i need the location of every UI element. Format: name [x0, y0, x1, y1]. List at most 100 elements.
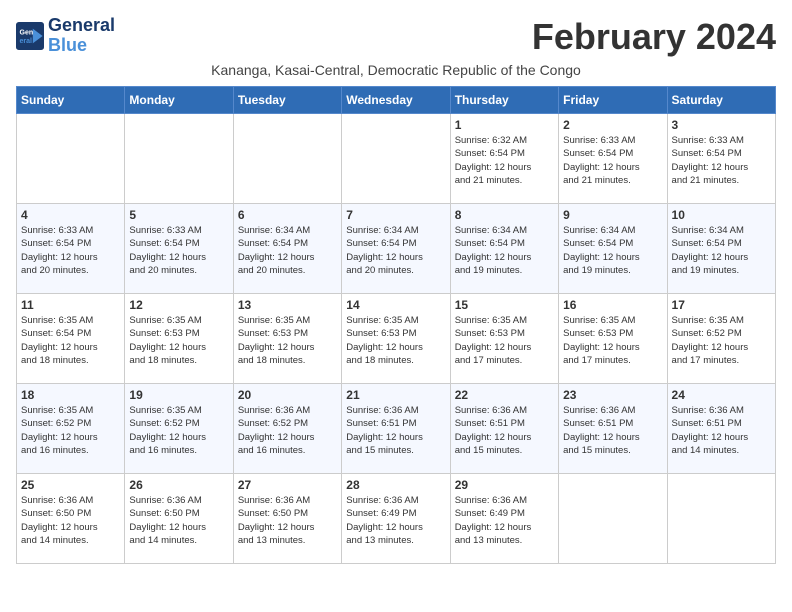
header-sunday: Sunday: [17, 87, 125, 114]
calendar-cell: 20 Sunrise: 6:36 AM Sunset: 6:52 PM Dayli…: [233, 384, 341, 474]
header-monday: Monday: [125, 87, 233, 114]
calendar-cell: [667, 474, 775, 564]
day-number: 19: [129, 388, 228, 402]
calendar-cell: 12 Sunrise: 6:35 AM Sunset: 6:53 PM Dayli…: [125, 294, 233, 384]
day-number: 16: [563, 298, 662, 312]
day-info: Sunrise: 6:36 AM Sunset: 6:51 PM Dayligh…: [563, 404, 662, 457]
day-info: Sunrise: 6:35 AM Sunset: 6:53 PM Dayligh…: [563, 314, 662, 367]
day-number: 29: [455, 478, 554, 492]
day-info: Sunrise: 6:33 AM Sunset: 6:54 PM Dayligh…: [21, 224, 120, 277]
calendar-cell: 25Sunrise: 6:36 AM Sunset: 6:50 PM Dayli…: [17, 474, 125, 564]
calendar-table: Sunday Monday Tuesday Wednesday Thursday…: [16, 86, 776, 564]
day-number: 22: [455, 388, 554, 402]
calendar-cell: [17, 114, 125, 204]
day-info: Sunrise: 6:33 AM Sunset: 6:54 PM Dayligh…: [563, 134, 662, 187]
day-number: 27: [238, 478, 337, 492]
calendar-cell: 14 Sunrise: 6:35 AM Sunset: 6:53 PM Dayli…: [342, 294, 450, 384]
calendar-cell: 21 Sunrise: 6:36 AM Sunset: 6:51 PM Dayli…: [342, 384, 450, 474]
day-number: 7: [346, 208, 445, 222]
day-number: 14: [346, 298, 445, 312]
calendar-cell: 27 Sunrise: 6:36 AM Sunset: 6:50 PM Dayli…: [233, 474, 341, 564]
day-number: 1: [455, 118, 554, 132]
calendar-cell: 10 Sunrise: 6:34 AM Sunset: 6:54 PM Dayli…: [667, 204, 775, 294]
svg-text:Gen: Gen: [20, 29, 34, 36]
day-info: Sunrise: 6:35 AM Sunset: 6:52 PM Dayligh…: [672, 314, 771, 367]
calendar-cell: 2 Sunrise: 6:33 AM Sunset: 6:54 PM Daylig…: [559, 114, 667, 204]
calendar-cell: 13Sunrise: 6:35 AM Sunset: 6:53 PM Dayli…: [233, 294, 341, 384]
day-number: 25: [21, 478, 120, 492]
calendar-cell: [342, 114, 450, 204]
day-number: 26: [129, 478, 228, 492]
calendar-cell: 5Sunrise: 6:33 AM Sunset: 6:54 PM Daylig…: [125, 204, 233, 294]
calendar-cell: 1Sunrise: 6:32 AM Sunset: 6:54 PM Daylig…: [450, 114, 558, 204]
page-header: Gen eral General Blue February 2024: [16, 16, 776, 58]
calendar-cell: [559, 474, 667, 564]
calendar-header: Sunday Monday Tuesday Wednesday Thursday…: [17, 87, 776, 114]
calendar-cell: 6Sunrise: 6:34 AM Sunset: 6:54 PM Daylig…: [233, 204, 341, 294]
day-number: 3: [672, 118, 771, 132]
calendar-cell: 4 Sunrise: 6:33 AM Sunset: 6:54 PM Daylig…: [17, 204, 125, 294]
day-info: Sunrise: 6:36 AM Sunset: 6:49 PM Dayligh…: [455, 494, 554, 547]
month-year-title: February 2024: [532, 16, 776, 58]
calendar-cell: 3Sunrise: 6:33 AM Sunset: 6:54 PM Daylig…: [667, 114, 775, 204]
day-info: Sunrise: 6:34 AM Sunset: 6:54 PM Dayligh…: [238, 224, 337, 277]
week-row-2: 4 Sunrise: 6:33 AM Sunset: 6:54 PM Daylig…: [17, 204, 776, 294]
header-row: Sunday Monday Tuesday Wednesday Thursday…: [17, 87, 776, 114]
day-number: 11: [21, 298, 120, 312]
location-text: Kananga, Kasai-Central, Democratic Repub…: [16, 62, 776, 78]
calendar-cell: [125, 114, 233, 204]
day-info: Sunrise: 6:35 AM Sunset: 6:53 PM Dayligh…: [129, 314, 228, 367]
week-row-3: 11 Sunrise: 6:35 AM Sunset: 6:54 PM Dayli…: [17, 294, 776, 384]
header-wednesday: Wednesday: [342, 87, 450, 114]
day-number: 23: [563, 388, 662, 402]
day-number: 20: [238, 388, 337, 402]
day-info: Sunrise: 6:34 AM Sunset: 6:54 PM Dayligh…: [672, 224, 771, 277]
week-row-5: 25 Sunrise: 6:36 AM Sunset: 6:50 PM Dayli…: [17, 474, 776, 564]
calendar-cell: 28Sunrise: 6:36 AM Sunset: 6:49 PM Dayli…: [342, 474, 450, 564]
day-number: 17: [672, 298, 771, 312]
day-info: Sunrise: 6:35 AM Sunset: 6:53 PM Dayligh…: [455, 314, 554, 367]
calendar-cell: 29 Sunrise: 6:36 AM Sunset: 6:49 PM Dayli…: [450, 474, 558, 564]
title-section: February 2024: [532, 16, 776, 58]
day-info: Sunrise: 6:34 AM Sunset: 6:54 PM Dayligh…: [455, 224, 554, 277]
day-info: Sunrise: 6:36 AM Sunset: 6:51 PM Dayligh…: [672, 404, 771, 457]
day-info: Sunrise: 6:36 AM Sunset: 6:52 PM Dayligh…: [238, 404, 337, 457]
calendar-cell: 23 Sunrise: 6:36 AM Sunset: 6:51 PM Dayli…: [559, 384, 667, 474]
day-number: 10: [672, 208, 771, 222]
logo: Gen eral General Blue: [16, 16, 115, 56]
calendar-cell: 8 Sunrise: 6:34 AM Sunset: 6:54 PM Daylig…: [450, 204, 558, 294]
calendar-cell: 17 Sunrise: 6:35 AM Sunset: 6:52 PM Dayli…: [667, 294, 775, 384]
calendar-cell: 7 Sunrise: 6:34 AM Sunset: 6:54 PM Daylig…: [342, 204, 450, 294]
day-number: 15: [455, 298, 554, 312]
day-info: Sunrise: 6:35 AM Sunset: 6:53 PM Dayligh…: [346, 314, 445, 367]
calendar-cell: 15 Sunrise: 6:35 AM Sunset: 6:53 PM Dayli…: [450, 294, 558, 384]
svg-text:eral: eral: [20, 38, 33, 45]
header-tuesday: Tuesday: [233, 87, 341, 114]
day-number: 24: [672, 388, 771, 402]
calendar-cell: 9 Sunrise: 6:34 AM Sunset: 6:54 PM Daylig…: [559, 204, 667, 294]
calendar-cell: 26Sunrise: 6:36 AM Sunset: 6:50 PM Dayli…: [125, 474, 233, 564]
day-number: 2: [563, 118, 662, 132]
calendar-cell: 19 Sunrise: 6:35 AM Sunset: 6:52 PM Dayli…: [125, 384, 233, 474]
week-row-4: 18 Sunrise: 6:35 AM Sunset: 6:52 PM Dayli…: [17, 384, 776, 474]
day-info: Sunrise: 6:35 AM Sunset: 6:52 PM Dayligh…: [21, 404, 120, 457]
day-info: Sunrise: 6:34 AM Sunset: 6:54 PM Dayligh…: [346, 224, 445, 277]
day-number: 13: [238, 298, 337, 312]
day-number: 18: [21, 388, 120, 402]
day-info: Sunrise: 6:35 AM Sunset: 6:52 PM Dayligh…: [129, 404, 228, 457]
day-info: Sunrise: 6:35 AM Sunset: 6:54 PM Dayligh…: [21, 314, 120, 367]
header-thursday: Thursday: [450, 87, 558, 114]
week-row-1: 1Sunrise: 6:32 AM Sunset: 6:54 PM Daylig…: [17, 114, 776, 204]
day-info: Sunrise: 6:36 AM Sunset: 6:50 PM Dayligh…: [238, 494, 337, 547]
day-info: Sunrise: 6:36 AM Sunset: 6:51 PM Dayligh…: [346, 404, 445, 457]
day-number: 21: [346, 388, 445, 402]
day-info: Sunrise: 6:34 AM Sunset: 6:54 PM Dayligh…: [563, 224, 662, 277]
day-number: 12: [129, 298, 228, 312]
logo-text: General Blue: [48, 16, 115, 56]
logo-icon: Gen eral: [16, 22, 44, 50]
day-number: 8: [455, 208, 554, 222]
day-number: 9: [563, 208, 662, 222]
calendar-cell: 22Sunrise: 6:36 AM Sunset: 6:51 PM Dayli…: [450, 384, 558, 474]
day-number: 28: [346, 478, 445, 492]
day-number: 4: [21, 208, 120, 222]
